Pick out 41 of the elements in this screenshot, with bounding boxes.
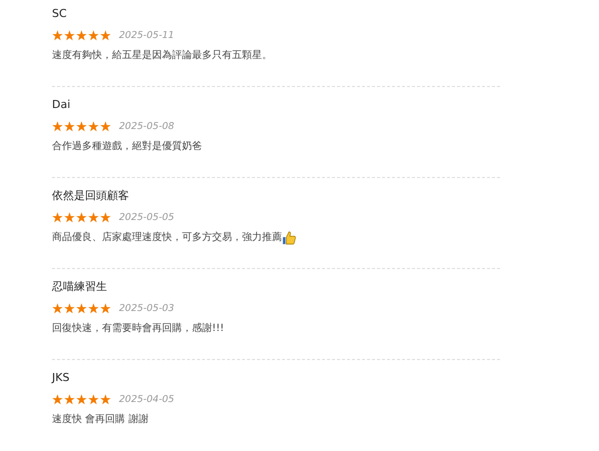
reviewer-name: Dai	[52, 97, 72, 113]
review-date: 2025-05-03	[119, 302, 174, 314]
reviewer-name: SC	[52, 6, 68, 22]
star-icon	[76, 394, 87, 404]
thumbs-up-icon	[282, 230, 296, 244]
star-icon	[64, 212, 75, 222]
star-icon	[100, 302, 111, 314]
star-icon	[76, 120, 87, 132]
star-icon	[64, 120, 75, 132]
star-icon	[64, 30, 75, 40]
star-icon	[100, 394, 111, 404]
review-date: 2025-05-11	[119, 30, 174, 40]
star-icon	[100, 120, 111, 132]
star-icon	[76, 302, 87, 314]
star-icon	[76, 30, 87, 40]
reviewer-name: 忍喵練習生	[52, 279, 108, 295]
star-icon	[64, 302, 75, 314]
star-icon	[100, 212, 111, 222]
star-icon	[88, 394, 99, 404]
star-icon	[52, 394, 63, 404]
review-date: 2025-04-05	[119, 394, 174, 404]
star-icon	[64, 394, 75, 404]
star-icon	[52, 302, 63, 314]
star-icon	[88, 30, 99, 40]
star-icon	[76, 212, 87, 222]
star-icon	[52, 212, 63, 222]
review-comment: 回復快速，有需要時會再回購，感謝!!!	[52, 322, 224, 336]
review-comment: 速度快 會再回購 謝謝	[52, 412, 148, 427]
reviewer-name: 依然是回頭顧客	[52, 188, 130, 204]
star-icon	[100, 30, 111, 40]
star-icon	[52, 30, 63, 40]
review-comment: 速度有夠快，給五星是因為評論最多只有五顆星。	[52, 48, 272, 63]
star-icon	[52, 120, 63, 132]
review-date: 2025-05-08	[119, 120, 174, 132]
star-icon	[88, 212, 99, 222]
reviewer-name: JKS	[52, 370, 70, 386]
review-comment: 合作過多種遊戲，絕對是優質奶爸	[52, 140, 202, 154]
review-comment: 商品優良、店家處理速度快，可多方交易，強力推薦	[52, 230, 282, 245]
star-icon	[88, 120, 99, 132]
star-icon	[88, 302, 99, 314]
review-date: 2025-05-05	[119, 212, 174, 222]
